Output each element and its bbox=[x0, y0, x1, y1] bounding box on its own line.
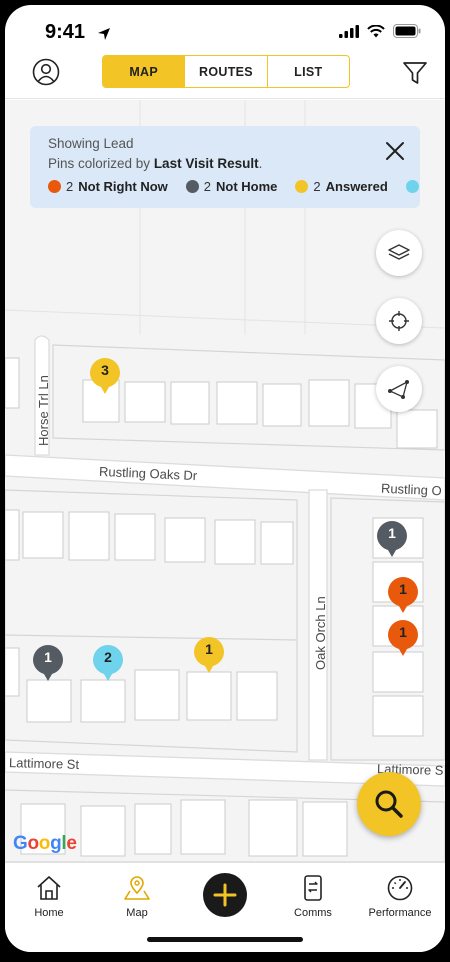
legend-dot bbox=[295, 180, 309, 193]
banner-title: Showing Lead bbox=[48, 136, 134, 151]
map-pin-icon bbox=[124, 876, 150, 900]
status-bar: 9:41 bbox=[5, 5, 445, 55]
map-view[interactable]: Horse Trl Ln Rustling Oaks Dr Rustling O… bbox=[5, 100, 445, 862]
tab-comms[interactable]: Comms bbox=[273, 873, 353, 919]
home-indicator bbox=[147, 937, 303, 942]
lead-pin[interactable]: 1 bbox=[32, 644, 64, 682]
close-icon[interactable] bbox=[384, 140, 406, 162]
draw-polygon-button[interactable] bbox=[376, 366, 422, 412]
map-layers-button[interactable] bbox=[376, 230, 422, 276]
wifi-icon bbox=[367, 24, 385, 37]
legend-item-not-right-now: 2 Not Right Now bbox=[48, 179, 168, 194]
lead-pin[interactable]: 1 bbox=[387, 619, 419, 657]
add-button[interactable] bbox=[203, 873, 247, 917]
street-label-oak-orch: Oak Orch Ln bbox=[313, 596, 328, 670]
legend: 2 Not Right Now 2 Not Home 2 Answered 1 bbox=[48, 179, 420, 194]
my-location-button[interactable] bbox=[376, 298, 422, 344]
tab-map[interactable]: MAP bbox=[103, 56, 185, 87]
polygon-draw-icon bbox=[388, 380, 409, 399]
search-icon bbox=[375, 790, 403, 818]
legend-dot bbox=[405, 180, 419, 193]
gauge-icon bbox=[387, 875, 413, 901]
home-icon bbox=[37, 876, 61, 900]
tab-routes[interactable]: ROUTES bbox=[184, 56, 266, 87]
legend-dot bbox=[48, 180, 61, 193]
profile-icon[interactable] bbox=[32, 58, 60, 86]
lead-pin[interactable]: 2 bbox=[92, 644, 124, 682]
legend-item-answered: 2 Answered bbox=[295, 179, 388, 194]
street-label-rustling-right: Rustling O bbox=[380, 480, 443, 499]
legend-item-not-home: 2 Not Home bbox=[185, 179, 277, 194]
legend-dot bbox=[185, 180, 199, 193]
layers-icon bbox=[388, 244, 410, 260]
plus-icon bbox=[213, 883, 237, 907]
filter-icon[interactable] bbox=[402, 60, 428, 86]
banner-subtitle: Pins colorized by Last Visit Result. bbox=[48, 156, 263, 171]
comms-phone-icon bbox=[304, 875, 322, 901]
tab-map-nav[interactable]: Map bbox=[97, 873, 177, 919]
lead-legend-banner: Showing Lead Pins colorized by Last Visi… bbox=[30, 126, 420, 208]
legend-item-other: 1 bbox=[405, 179, 420, 194]
lead-pin[interactable]: 1 bbox=[387, 576, 419, 614]
map-base-layer bbox=[5, 100, 445, 862]
app-header: MAP ROUTES LIST bbox=[5, 55, 445, 99]
tab-list[interactable]: LIST bbox=[266, 56, 349, 87]
street-label-horse-trl: Horse Trl Ln bbox=[36, 375, 51, 446]
tab-performance[interactable]: Performance bbox=[360, 873, 440, 919]
battery-icon bbox=[393, 24, 421, 38]
view-segmented-control: MAP ROUTES LIST bbox=[102, 55, 350, 88]
lead-pin[interactable]: 1 bbox=[376, 520, 408, 558]
lead-pin[interactable]: 1 bbox=[193, 636, 225, 674]
tab-home[interactable]: Home bbox=[9, 873, 89, 919]
status-time: 9:41 bbox=[45, 21, 86, 43]
google-attribution: Google bbox=[13, 833, 77, 854]
cellular-signal-icon bbox=[339, 24, 359, 38]
street-label-lattimore: Lattimore St bbox=[8, 755, 80, 772]
phone-screen: 9:41 MAP ROUTES LIST Horse Trl Ln Rustli… bbox=[5, 5, 445, 952]
location-arrow-icon bbox=[98, 28, 110, 40]
search-button[interactable] bbox=[357, 772, 421, 836]
lead-pin[interactable]: 3 bbox=[89, 357, 121, 395]
crosshair-icon bbox=[389, 311, 409, 331]
